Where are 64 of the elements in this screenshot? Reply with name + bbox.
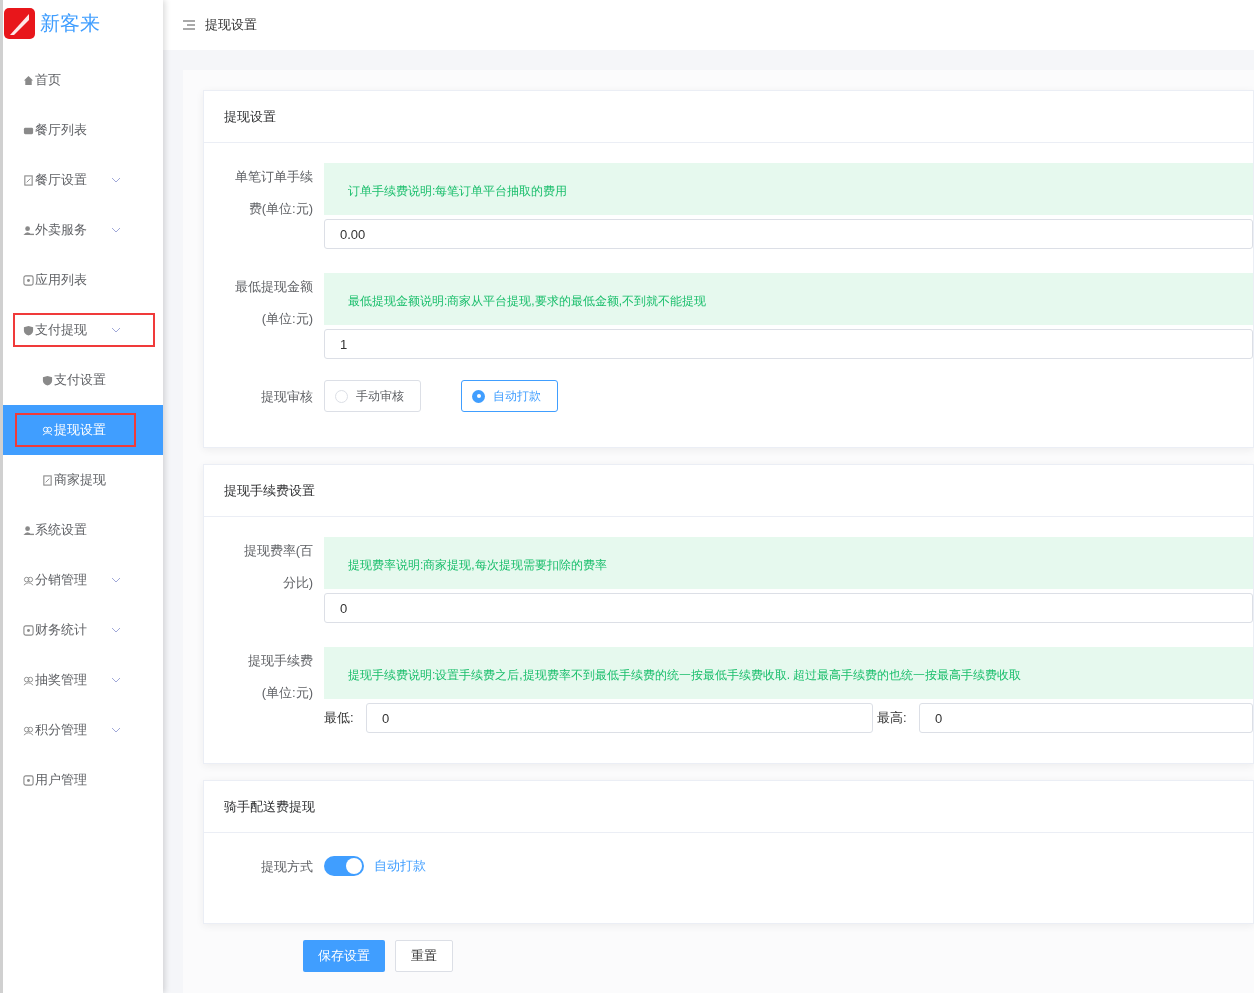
user-icon	[23, 224, 34, 236]
notice-banner: 最低提现金额说明:商家从平台提现,要求的最低金额,不到就不能提现	[324, 273, 1253, 325]
sidebar-item[interactable]: 商家提现	[17, 465, 134, 495]
sidebar-item[interactable]: 应用列表	[15, 265, 153, 295]
chevron-down-icon	[111, 327, 121, 333]
toggle-switch[interactable]	[324, 856, 364, 876]
sidebar-item[interactable]: 支付设置	[17, 365, 134, 395]
card-title: 骑手配送费提现	[204, 781, 1253, 833]
notice-banner: 提现手续费说明:设置手续费之后,提现费率不到最低手续费的统一按最低手续费收取. 超过最高手续费的也统一按最高手续费收取	[324, 647, 1253, 699]
field-label: 最低提现金额(单位:元)	[234, 278, 313, 328]
sidebar-item[interactable]: 抽奖管理	[15, 665, 153, 695]
max-label: 最高:	[876, 709, 908, 728]
chevron-down-icon	[111, 177, 121, 183]
notice-banner: 订单手续费说明:每笔订单平台抽取的费用	[324, 163, 1253, 215]
people-icon	[23, 574, 34, 586]
chevron-down-icon	[111, 677, 121, 683]
sidebar-item[interactable]: 餐厅列表	[15, 115, 153, 145]
sidebar-item[interactable]: 用户管理	[15, 765, 153, 795]
app-icon	[23, 274, 34, 286]
field-label: 提现费率(百分比)	[242, 542, 313, 592]
field-label: 提现方式	[260, 858, 313, 876]
shield-icon	[23, 324, 34, 336]
min-label: 最低:	[324, 709, 355, 728]
sidebar-item[interactable]: 分销管理	[15, 565, 153, 595]
field-label: 提现手续费(单位:元)	[247, 652, 313, 702]
notice-banner: 提现费率说明:商家提现,每次提现需要扣除的费率	[324, 537, 1253, 589]
people-icon	[23, 724, 34, 736]
document-icon	[23, 174, 34, 186]
reset-button[interactable]: 重置	[395, 940, 453, 972]
input-field[interactable]: 0	[324, 593, 1253, 623]
sidebar-item[interactable]: 财务统计	[15, 615, 153, 645]
radio-option[interactable]: 手动审核	[324, 380, 421, 412]
card-title: 提现手续费设置	[204, 465, 1253, 517]
sidebar-item[interactable]: 外卖服务	[15, 215, 153, 245]
input-field[interactable]: 1	[324, 329, 1253, 359]
logo-icon	[4, 7, 35, 39]
app-icon	[23, 624, 34, 636]
field-label: 单笔订单手续费(单位:元)	[234, 168, 313, 218]
switch-text: 自动打款	[374, 857, 426, 876]
sidebar-item[interactable]: 积分管理	[15, 715, 153, 745]
min-input-field[interactable]: 0	[366, 703, 873, 733]
people-icon	[42, 424, 53, 436]
page-title: 提现设置	[205, 16, 257, 35]
sidebar-item[interactable]: 首页	[15, 65, 153, 95]
field-label: 提现审核	[260, 388, 313, 406]
card-title: 提现设置	[204, 91, 1253, 143]
radio-icon	[472, 389, 485, 403]
sidebar-item[interactable]: 支付提现	[15, 315, 153, 345]
home-icon	[23, 74, 34, 86]
chevron-down-icon	[111, 627, 121, 633]
chevron-down-icon	[111, 727, 121, 733]
user-icon	[23, 524, 34, 536]
menu-icon[interactable]	[183, 20, 195, 30]
chevron-down-icon	[111, 577, 121, 583]
app-icon	[23, 774, 34, 786]
people-icon	[23, 674, 34, 686]
sidebar-item[interactable]: 系统设置	[15, 515, 153, 545]
sidebar-item[interactable]: 餐厅设置	[15, 165, 153, 195]
document-icon	[42, 474, 53, 486]
chevron-down-icon	[111, 227, 121, 233]
brand-name: 新客来	[40, 11, 100, 36]
input-field[interactable]: 0.00	[324, 219, 1253, 249]
shield-icon	[42, 374, 53, 386]
max-input-field[interactable]: 0	[919, 703, 1253, 733]
